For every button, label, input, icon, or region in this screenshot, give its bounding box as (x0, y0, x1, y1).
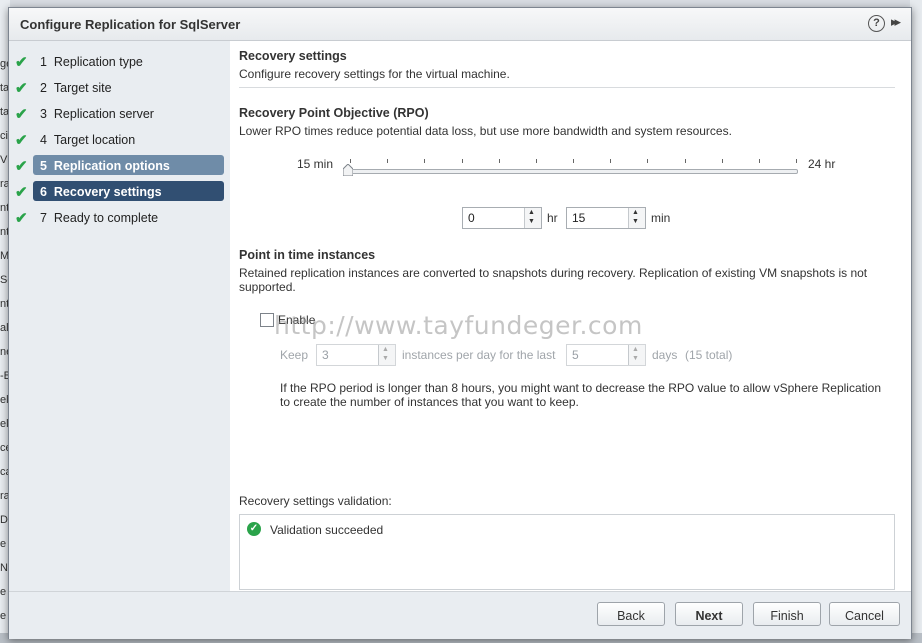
stepper-arrows[interactable]: ▲ ▼ (378, 345, 395, 365)
step-replication-server[interactable]: ✔ 3 Replication server (9, 103, 230, 125)
slider-tick (684, 159, 686, 163)
check-icon: ✔ (15, 132, 28, 149)
stepper-arrows[interactable]: ▲ ▼ (628, 345, 645, 365)
rpo-minutes-unit: min (651, 211, 671, 225)
step-label: 5 Replication options (40, 159, 170, 173)
step-label: 4 Target location (40, 133, 136, 147)
keep-instances-stepper[interactable]: 3 ▲ ▼ (316, 344, 396, 366)
dialog-titlebar: Configure Replication for SqlServer ? ▸▸ (9, 8, 911, 41)
rpo-hours-unit: hr (547, 211, 558, 225)
slider-tick (721, 159, 723, 163)
step-target-location[interactable]: ✔ 4 Target location (9, 129, 230, 151)
dialog-title: Configure Replication for SqlServer (20, 17, 241, 32)
arrow-up-icon[interactable]: ▲ (382, 346, 389, 354)
slider-tick (387, 159, 389, 163)
slider-tick (424, 159, 426, 163)
watermark: http://www.tayfundeger.com (274, 311, 643, 340)
arrow-down-icon[interactable]: ▼ (528, 218, 535, 226)
validation-message: Validation succeeded (270, 523, 384, 537)
step-label: 1 Replication type (40, 55, 143, 69)
slider-tick (647, 159, 649, 163)
days-label: days (652, 348, 678, 362)
days-stepper[interactable]: 5 ▲ ▼ (566, 344, 646, 366)
step-ready-to-complete[interactable]: ✔ 7 Ready to complete (9, 207, 230, 229)
stepper-arrows[interactable]: ▲ ▼ (524, 208, 541, 228)
keep-value[interactable]: 3 (322, 348, 329, 362)
step-label: 2 Target site (40, 81, 112, 95)
pit-description-line2: supported. (239, 280, 296, 294)
configure-replication-dialog: Configure Replication for SqlServer ? ▸▸… (8, 7, 912, 639)
step-recovery-settings[interactable]: ✔ 6 Recovery settings (9, 181, 230, 203)
slider-tick (573, 159, 574, 163)
step-target-site[interactable]: ✔ 2 Target site (9, 77, 230, 99)
total-label: (15 total) (685, 348, 733, 362)
validation-box: ✓ Validation succeeded (239, 514, 895, 590)
days-value[interactable]: 5 (572, 348, 579, 362)
success-icon: ✓ (247, 522, 261, 536)
wizard-content: Recovery settings Configure recovery set… (230, 41, 911, 591)
per-day-label: instances per day for the last (402, 348, 556, 362)
arrow-up-icon[interactable]: ▲ (528, 209, 535, 217)
step-replication-type[interactable]: ✔ 1 Replication type (9, 51, 230, 73)
step-replication-options[interactable]: ✔ 5 Replication options (9, 155, 230, 177)
arrow-down-icon[interactable]: ▼ (632, 355, 639, 363)
check-icon: ✔ (15, 80, 28, 97)
wizard-steps-sidebar: ✔ 1 Replication type ✔ 2 Target site ✔ 3… (9, 41, 230, 591)
expand-icon[interactable]: ▸▸ (891, 14, 901, 30)
dialog-footer: Back Next Finish Cancel (9, 591, 911, 639)
rpo-description: Lower RPO times reduce potential data lo… (239, 124, 732, 138)
check-icon: ✔ (15, 106, 28, 123)
slider-tick (498, 159, 500, 163)
slider-tick (610, 159, 612, 163)
arrow-down-icon[interactable]: ▼ (382, 355, 389, 363)
help-icon[interactable]: ? (868, 15, 885, 32)
check-icon: ✔ (15, 210, 28, 227)
rpo-slider-track[interactable] (348, 169, 798, 174)
slider-tick (758, 159, 760, 163)
pit-description-line1: Retained replication instances are conve… (239, 266, 868, 280)
slider-tick (796, 159, 797, 163)
arrow-down-icon[interactable]: ▼ (632, 218, 639, 226)
page-subtitle: Configure recovery settings for the virt… (239, 67, 510, 81)
step-label: 7 Ready to complete (40, 211, 159, 225)
rpo-note-line1: If the RPO period is longer than 8 hours… (280, 381, 881, 395)
step-label: 6 Recovery settings (40, 185, 162, 199)
rpo-minutes-stepper[interactable]: 15 ▲ ▼ (566, 207, 646, 229)
rpo-hours-stepper[interactable]: 0 ▲ ▼ (462, 207, 542, 229)
check-icon: ✔ (15, 158, 28, 175)
stepper-arrows[interactable]: ▲ ▼ (628, 208, 645, 228)
check-icon: ✔ (15, 54, 28, 71)
rpo-title: Recovery Point Objective (RPO) (239, 106, 429, 120)
rpo-slider-max-label: 24 hr (808, 157, 836, 171)
rpo-hours-value[interactable]: 0 (468, 211, 475, 225)
arrow-up-icon[interactable]: ▲ (632, 209, 639, 217)
rpo-note-line2: to create the number of instances that y… (280, 395, 579, 409)
header-divider (239, 87, 895, 88)
page-title: Recovery settings (239, 49, 347, 63)
keep-label: Keep (280, 348, 309, 362)
rpo-slider-min-label: 15 min (297, 157, 334, 171)
enable-checkbox[interactable] (260, 313, 274, 327)
slider-tick (535, 159, 537, 163)
cancel-button[interactable]: Cancel (829, 602, 900, 626)
slider-tick (350, 159, 351, 163)
back-button[interactable]: Back (597, 602, 665, 626)
check-icon: ✔ (15, 184, 28, 201)
finish-button[interactable]: Finish (753, 602, 821, 626)
next-button[interactable]: Next (675, 602, 743, 626)
arrow-up-icon[interactable]: ▲ (632, 346, 639, 354)
step-label: 3 Replication server (40, 107, 154, 121)
rpo-slider-thumb[interactable] (343, 164, 353, 176)
rpo-minutes-value[interactable]: 15 (572, 211, 585, 225)
pit-title: Point in time instances (239, 248, 376, 262)
slider-tick (461, 159, 463, 163)
validation-label: Recovery settings validation: (239, 494, 392, 508)
